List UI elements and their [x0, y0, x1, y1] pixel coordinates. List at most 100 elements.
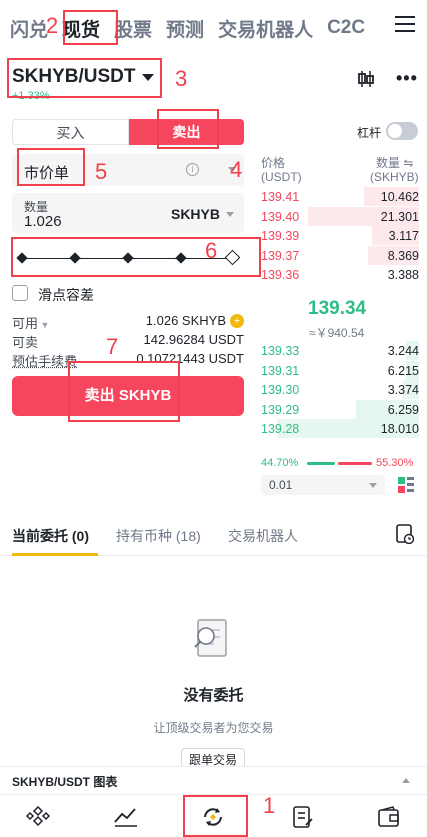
annotation-box-order-type	[17, 148, 85, 186]
tab-trading-bots[interactable]: 交易机器人	[228, 526, 298, 546]
available-label: 可用	[12, 316, 39, 331]
ask-qty: 3.388	[387, 268, 419, 282]
ask-price: 139.37	[261, 248, 300, 263]
quantity-unit[interactable]: SKHYB	[171, 206, 220, 222]
bid-price: 139.30	[261, 383, 300, 397]
bid-row[interactable]: 139.29 6.259	[261, 399, 419, 419]
bid-qty: 6.215	[387, 363, 419, 378]
ask-row[interactable]: 139.40 21.301	[261, 206, 419, 226]
quantity-value[interactable]: 1.026	[24, 213, 62, 230]
annotation-number-2: 2	[46, 13, 59, 38]
ask-qty: 3.117	[388, 229, 419, 243]
chart-drawer[interactable]: SKHYB/USDT 图表	[0, 766, 427, 794]
annotation-number-5: 5	[95, 159, 108, 184]
futures-icon[interactable]	[290, 805, 316, 829]
annotation-box-sell-tab	[157, 109, 219, 149]
buy-tab[interactable]: 买入	[12, 119, 129, 145]
annotation-number-6: 6	[205, 238, 218, 263]
more-options-icon[interactable]: •••	[396, 69, 418, 87]
bid-qty: 6.259	[387, 402, 419, 417]
leverage-toggle[interactable]	[386, 122, 418, 140]
bid-qty: 18.010	[380, 422, 419, 436]
chart-drawer-title: SKHYB/USDT 图表	[12, 775, 118, 789]
bid-row[interactable]: 139.33 3.244	[261, 341, 419, 360]
available-row: 可用 ▼ 1.026 SKHYB +	[12, 313, 244, 332]
buy-ratio: 44.70%	[261, 457, 299, 469]
bid-qty: 3.244	[387, 344, 419, 358]
ask-row[interactable]: 139.41 10.462	[261, 187, 419, 206]
annotation-number-7: 7	[106, 334, 119, 359]
nav-tab-trading-bots[interactable]: 交易机器人	[218, 15, 313, 42]
ask-price: 139.36	[261, 268, 300, 282]
unit-dropdown-arrow-icon	[226, 212, 234, 217]
nav-tab-convert[interactable]: 闪兑	[10, 15, 48, 42]
quantity-field[interactable]: 数量 1.026 SKHYB	[12, 193, 244, 233]
sell-ratio: 55.30%	[376, 457, 414, 469]
ask-row[interactable]: 139.36 3.388	[261, 265, 419, 284]
add-funds-icon[interactable]: +	[230, 314, 244, 328]
ask-qty: 21.301	[380, 209, 419, 224]
precision-value: 0.01	[269, 478, 293, 492]
annotation-box-sell-button	[68, 361, 180, 422]
ask-row[interactable]: 139.39 3.117	[261, 226, 419, 245]
ob-price-header: 价格	[261, 156, 286, 170]
ask-price: 139.40	[261, 209, 300, 224]
hamburger-menu-icon[interactable]	[395, 16, 415, 34]
sellable-row: 可卖 142.96284 USDT	[12, 332, 244, 351]
ask-qty: 10.462	[380, 190, 419, 204]
bid-price: 139.29	[261, 402, 300, 417]
ask-price: 139.41	[261, 190, 300, 204]
home-logo-icon[interactable]	[25, 805, 51, 829]
bid-price: 139.33	[261, 344, 300, 358]
ask-price: 139.39	[261, 229, 300, 243]
expand-arrow-icon[interactable]	[402, 778, 410, 783]
orders-tabs: 当前委托 (0) 持有币种 (18) 交易机器人	[0, 516, 427, 556]
annotation-number-4: 4	[230, 157, 243, 182]
info-icon[interactable]: i	[186, 163, 199, 176]
candlestick-chart-icon[interactable]	[356, 70, 376, 88]
bid-row[interactable]: 139.28 18.010	[261, 419, 419, 438]
bid-price: 139.31	[261, 363, 300, 378]
available-value: 1.026 SKHYB	[145, 313, 226, 328]
slippage-checkbox[interactable]	[12, 285, 28, 301]
annotation-box-slider	[11, 237, 261, 277]
annotation-box-spot	[63, 10, 118, 45]
ob-price-unit: (USDT)	[261, 170, 302, 184]
bid-price: 139.28	[261, 422, 300, 436]
orderbook-layout-icon[interactable]	[398, 477, 414, 493]
empty-state-title: 没有委托	[183, 687, 244, 704]
tab-open-orders[interactable]: 当前委托 (0)	[12, 526, 89, 546]
tab-holdings[interactable]: 持有币种 (18)	[116, 526, 201, 546]
copy-trading-button[interactable]: 跟单交易	[181, 748, 245, 768]
annotation-number-1: 1	[263, 793, 276, 818]
slippage-label: 滑点容差	[38, 287, 94, 303]
annotation-box-pair	[7, 58, 162, 98]
ob-qty-unit: (SKHYB)	[370, 170, 419, 184]
no-orders-icon	[194, 619, 227, 657]
nav-tab-c2c[interactable]: C2C	[327, 17, 365, 39]
markets-icon[interactable]	[113, 805, 139, 829]
mid-price: 139.34	[308, 298, 367, 319]
sellable-value: 142.96284 USDT	[143, 332, 244, 347]
sellable-label: 可卖	[12, 335, 39, 350]
bid-row[interactable]: 139.31 6.215	[261, 360, 419, 380]
annotation-number-3: 3	[175, 66, 188, 91]
dropdown-arrow-icon	[369, 483, 377, 488]
buy-ratio-bar	[307, 462, 335, 465]
ask-row[interactable]: 139.37 8.369	[261, 245, 419, 265]
order-history-icon[interactable]	[396, 524, 414, 544]
nav-tab-predict[interactable]: 预测	[166, 15, 204, 42]
wallet-icon[interactable]	[376, 805, 402, 829]
leverage-label: 杠杆	[357, 126, 382, 140]
ob-qty-header[interactable]: 数量 ⇋	[376, 154, 413, 171]
empty-state-subtitle: 让顶级交易者为您交易	[153, 721, 274, 735]
active-tab-underline	[12, 553, 98, 556]
bid-row[interactable]: 139.30 3.374	[261, 380, 419, 399]
sell-ratio-bar	[338, 462, 372, 465]
nav-tab-stocks[interactable]: 股票	[114, 15, 152, 42]
precision-selector[interactable]: 0.01	[261, 475, 385, 495]
annotation-box-trade-nav	[183, 795, 248, 837]
ask-qty: 8.369	[387, 248, 419, 263]
bid-qty: 3.374	[387, 383, 419, 397]
mid-fiat-price: ≈￥940.54	[309, 326, 365, 340]
